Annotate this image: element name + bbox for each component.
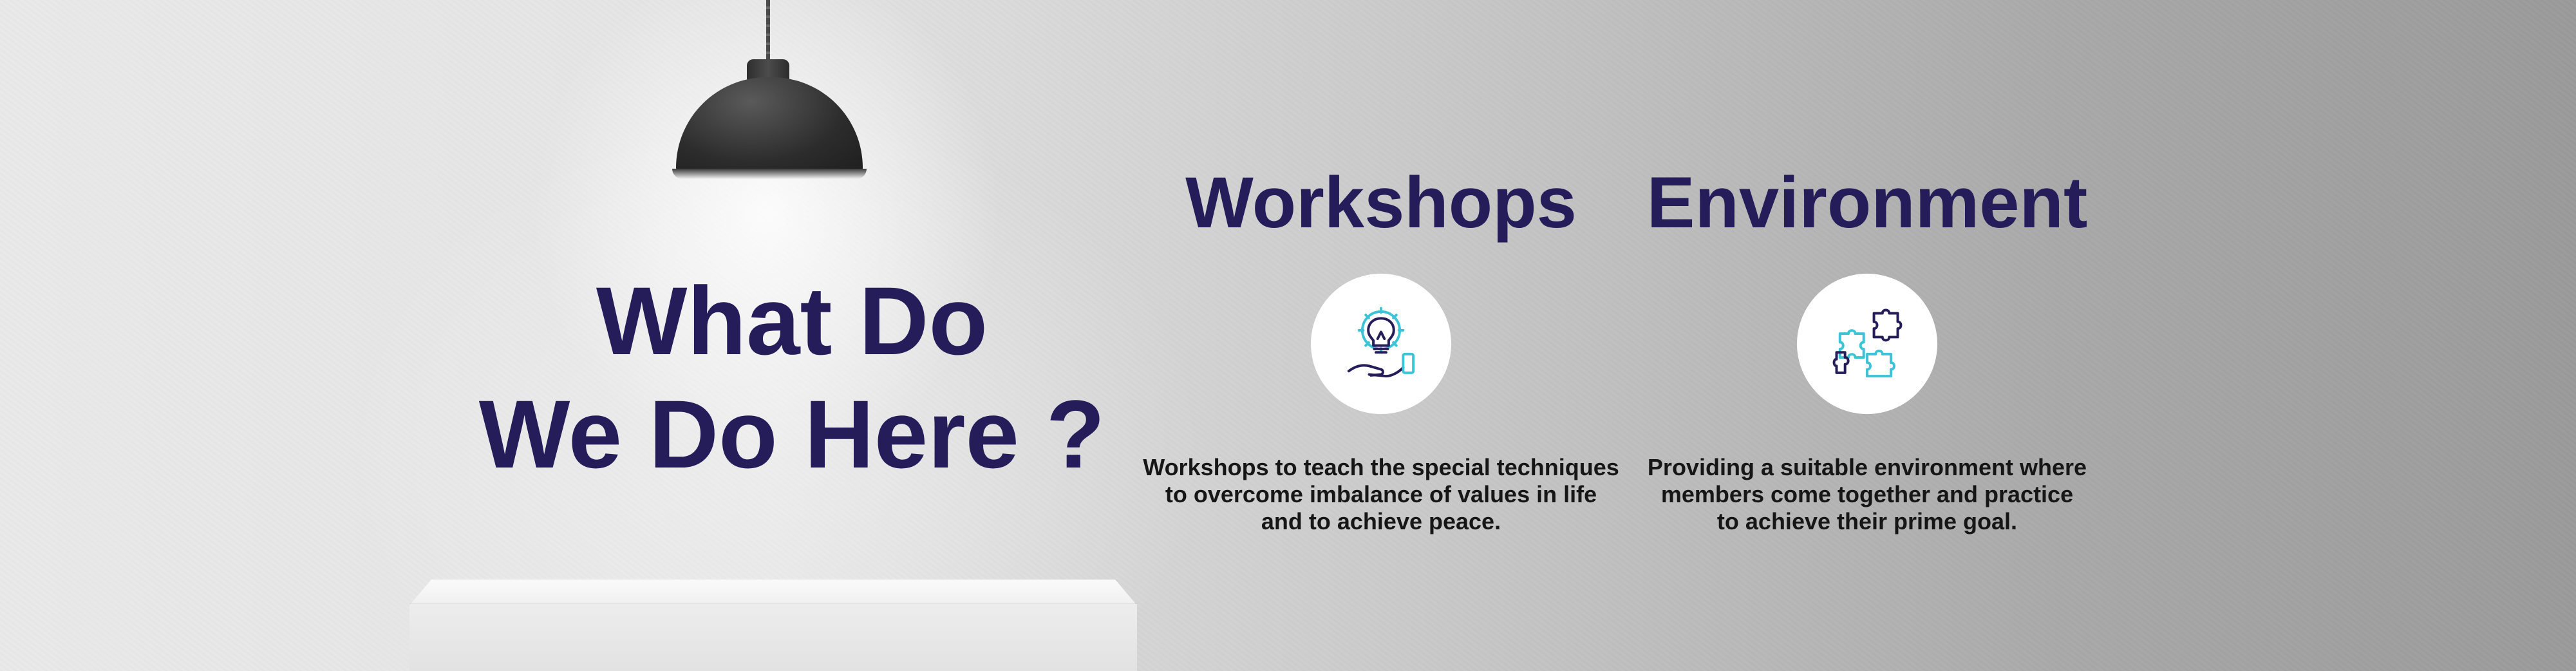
feature-description-environment: Providing a suitable environment where m… (1647, 454, 2087, 534)
puzzle-pieces-icon (1832, 308, 1903, 378)
feature-icon-circle-environment (1797, 274, 1937, 414)
lamp-cord (766, 0, 770, 61)
headline-line-1: What Do (596, 267, 988, 375)
pedestal-top (409, 580, 1137, 605)
feature-workshops: Workshops Workshops to teach the special… (1136, 161, 1626, 535)
feature-title-environment: Environment (1646, 162, 2088, 243)
lamp-shade (676, 77, 863, 174)
pedestal-image (409, 604, 1137, 671)
feature-environment: Environment Providing a suitable environ… (1622, 161, 2112, 535)
feature-icon-circle-workshops (1311, 274, 1451, 414)
lamp-rim (672, 169, 867, 179)
pendant-lamp-image (670, 0, 869, 187)
feature-title-workshops: Workshops (1185, 162, 1577, 243)
lightbulb-gear-hand-icon (1347, 307, 1415, 378)
headline-line-2: We Do Here ? (478, 380, 1105, 488)
feature-description-workshops: Workshops to teach the special technique… (1143, 454, 1619, 534)
page-headline: What Do We Do Here ? (451, 264, 1133, 491)
